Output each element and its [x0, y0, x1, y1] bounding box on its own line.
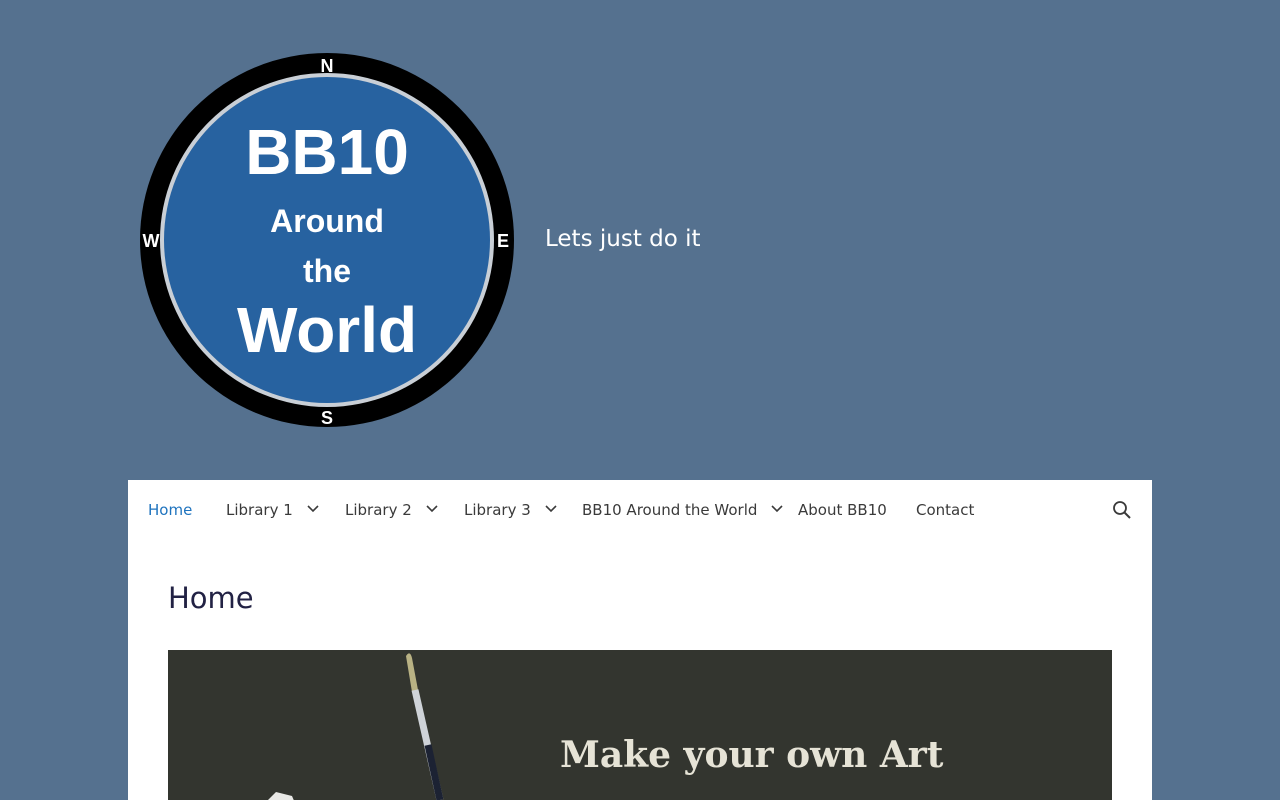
- nav-item-about-bb10[interactable]: About BB10: [798, 480, 887, 540]
- chevron-down-icon: [771, 504, 783, 512]
- page-title: Home: [168, 581, 254, 615]
- hero-title: Make your own Art: [560, 734, 944, 776]
- compass-w: W: [143, 231, 160, 251]
- paintbrush-illustration: [406, 653, 444, 800]
- chevron-down-icon: [307, 504, 319, 512]
- site-logo[interactable]: N S W E BB10 Around the World: [139, 52, 515, 428]
- nav-item-label: Home: [148, 501, 193, 519]
- compass-s: S: [321, 408, 333, 428]
- logo-line-4: World: [237, 294, 417, 366]
- nav-item-label: Contact: [916, 501, 975, 519]
- nav-item-library-1[interactable]: Library 1: [226, 480, 319, 540]
- compass-n: N: [321, 56, 334, 76]
- nav-item-label: Library 2: [345, 501, 412, 519]
- compass-e: E: [497, 231, 509, 251]
- main-navigation: Home Library 1 Library 2 Library 3 BB10 …: [128, 480, 1152, 540]
- hero-image: Make your own Art: [168, 650, 1112, 800]
- paper-illustration: [268, 792, 294, 800]
- search-icon[interactable]: [1112, 500, 1132, 520]
- site-tagline: Lets just do it: [545, 226, 701, 252]
- logo-line-2: Around: [270, 203, 384, 239]
- nav-item-home[interactable]: Home: [148, 480, 192, 540]
- site-header: N S W E BB10 Around the World Lets just …: [0, 0, 1280, 480]
- nav-item-library-2[interactable]: Library 2: [345, 480, 438, 540]
- content-container: Home Library 1 Library 2 Library 3 BB10 …: [128, 480, 1152, 800]
- nav-item-library-3[interactable]: Library 3: [464, 480, 557, 540]
- nav-item-contact[interactable]: Contact: [916, 480, 974, 540]
- chevron-down-icon: [426, 504, 438, 512]
- nav-item-label: About BB10: [798, 501, 887, 519]
- nav-item-label: BB10 Around the World: [582, 501, 758, 519]
- nav-item-label: Library 3: [464, 501, 531, 519]
- chevron-down-icon: [545, 504, 557, 512]
- nav-item-label: Library 1: [226, 501, 293, 519]
- nav-item-bb10-around-the-world[interactable]: BB10 Around the World: [582, 480, 783, 540]
- logo-line-1: BB10: [245, 116, 409, 188]
- logo-line-3: the: [303, 253, 351, 289]
